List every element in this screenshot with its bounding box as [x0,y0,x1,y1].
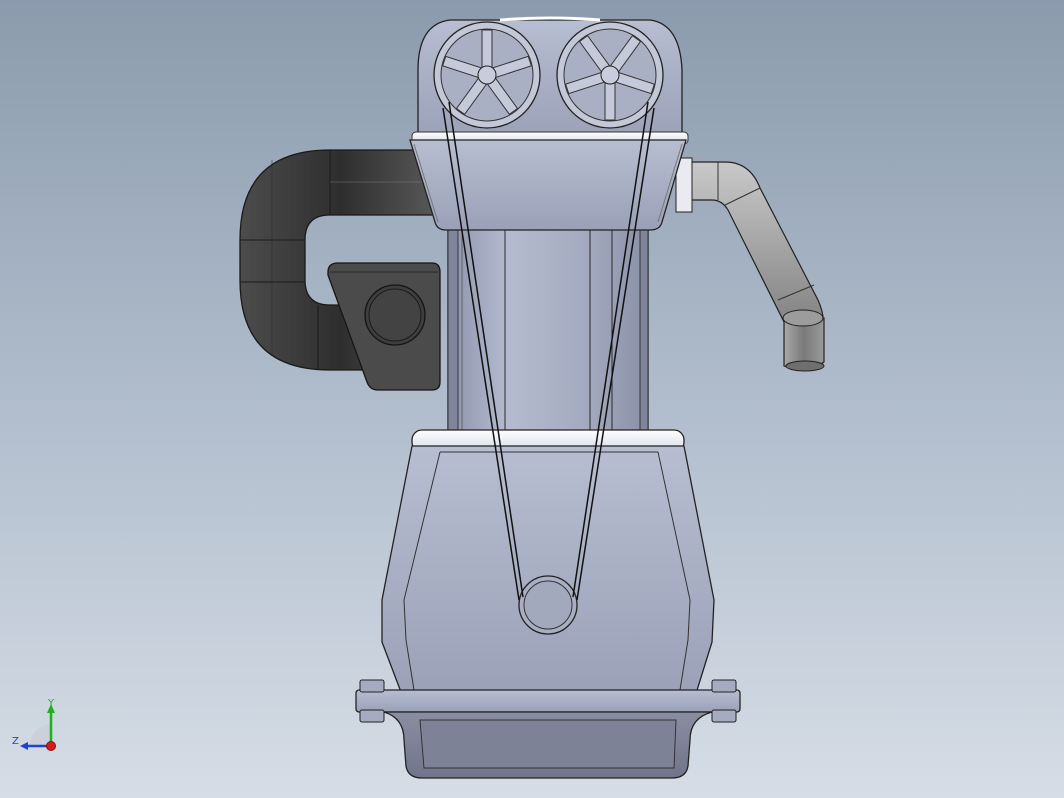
graphics-viewport[interactable]: Y Z [0,0,1064,798]
oil-pan[interactable] [383,711,713,779]
crankcase[interactable] [355,429,741,713]
triad-z-label: Z [12,736,19,747]
triad-y-label: Y [48,698,55,709]
crank-pulley[interactable] [518,575,578,635]
intake-pipe[interactable] [675,157,825,372]
engine-model[interactable] [0,0,1064,798]
